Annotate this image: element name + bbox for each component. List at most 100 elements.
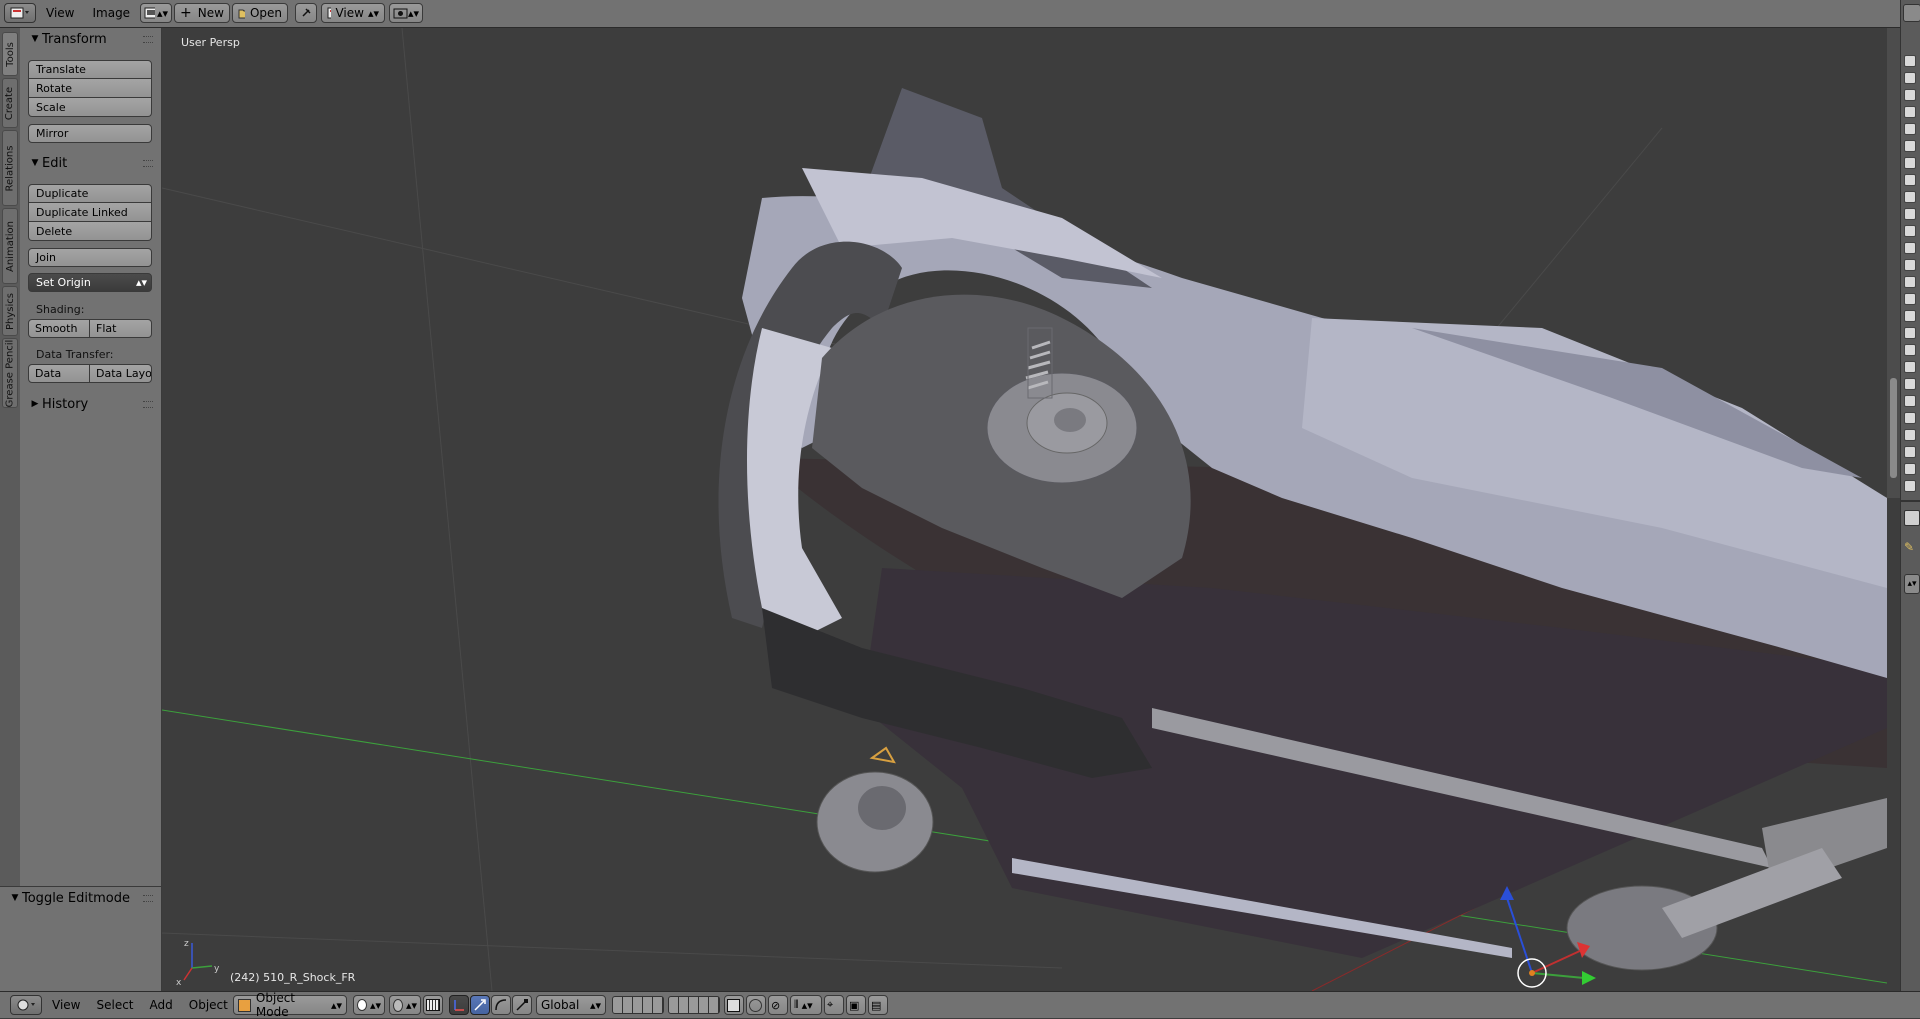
panel-toggle-editmode-title: Toggle Editmode <box>22 890 130 906</box>
data-layout-button[interactable]: Data Layo <box>90 364 152 383</box>
layer-visibility-icon[interactable] <box>1904 344 1916 356</box>
delete-button[interactable]: Delete <box>28 222 152 241</box>
pivot-point-select[interactable]: ▴▾ <box>389 995 421 1015</box>
menu-object[interactable]: Object <box>181 995 236 1015</box>
menu-add[interactable]: Add <box>142 995 181 1015</box>
layer-visibility-icon[interactable] <box>1904 55 1916 67</box>
pin-button[interactable] <box>295 3 317 23</box>
layer-visibility-icon[interactable] <box>1904 446 1916 458</box>
layer-visibility-icon[interactable] <box>1904 140 1916 152</box>
layer-visibility-icon[interactable] <box>1904 174 1916 186</box>
menu-select[interactable]: Select <box>88 995 141 1015</box>
layer-visibility-icon[interactable] <box>1904 225 1916 237</box>
panel-edit-header[interactable]: ▼ Edit <box>20 152 161 174</box>
3d-viewport[interactable]: z y x User Persp (242) 510_R_Shock_FR <box>162 28 1887 991</box>
layer-visibility-icon[interactable] <box>1904 412 1916 424</box>
scroll-arrows-icon[interactable]: ▴▾ <box>1904 574 1920 594</box>
tool-tab-strip: Tools Create Relations Animation Physics… <box>0 28 21 888</box>
viewport-shading-select[interactable]: ▴▾ <box>353 995 385 1015</box>
layer-visibility-icon[interactable] <box>1904 106 1916 118</box>
render-icon: ▤ <box>871 998 882 1012</box>
layer-visibility-icon[interactable] <box>1904 293 1916 305</box>
layer-visibility-icon[interactable] <box>1904 361 1916 373</box>
tab-tools[interactable]: Tools <box>2 32 18 76</box>
rotate-button[interactable]: Rotate <box>28 79 152 98</box>
data-transfer-button[interactable]: Data <box>28 364 90 383</box>
tab-animation[interactable]: Animation <box>2 208 18 284</box>
image-browse-button[interactable]: ▴▾ <box>140 3 172 23</box>
new-image-button[interactable]: + New <box>174 3 230 23</box>
snap-target-icon: ⌖ <box>827 998 834 1011</box>
snap-element-select[interactable]: ⫴ ▴▾ <box>790 995 822 1015</box>
layer-visibility-icon[interactable] <box>1904 157 1916 169</box>
opengl-render-button[interactable]: ▣ <box>846 995 866 1015</box>
editor-type-icon[interactable] <box>4 3 36 23</box>
panel-history-header[interactable]: ▶ History <box>20 393 161 415</box>
layer-visibility-icon[interactable] <box>1904 310 1916 322</box>
tab-physics[interactable]: Physics <box>2 286 18 336</box>
layer-grid-icon[interactable] <box>668 996 720 1014</box>
data-transfer-label: Data Transfer: <box>36 348 114 361</box>
layer-visibility-icon[interactable] <box>1904 208 1916 220</box>
view-mode-select[interactable]: View ▴▾ <box>321 3 385 23</box>
layer-visibility-icon[interactable] <box>1904 72 1916 84</box>
collapse-triangle-icon: ▼ <box>31 158 39 168</box>
panel-grip-icon[interactable] <box>143 160 153 167</box>
tab-create[interactable]: Create <box>2 78 18 128</box>
panel-grip-icon[interactable] <box>143 895 153 902</box>
lock-layers-button[interactable] <box>724 995 744 1015</box>
image-editor-header: View Image ▴▾ + New Open View ▴▾ ▴▾ <box>0 0 1920 28</box>
snapshot-select[interactable]: ▴▾ <box>389 3 423 23</box>
menu-view[interactable]: View <box>40 3 80 23</box>
set-origin-dropdown[interactable]: Set Origin ▴▾ <box>28 273 152 292</box>
mirror-button[interactable]: Mirror <box>28 124 152 143</box>
properties-editor-icon[interactable] <box>1904 510 1920 526</box>
layer-visibility-icon[interactable] <box>1904 89 1916 101</box>
layer-visibility-icon[interactable] <box>1904 327 1916 339</box>
rotate-manipulator-toggle[interactable] <box>491 995 511 1015</box>
flat-button[interactable]: Flat <box>90 319 152 338</box>
layer-visibility-icon[interactable] <box>1904 378 1916 390</box>
translate-manipulator-toggle[interactable] <box>470 995 490 1015</box>
tab-relations[interactable]: Relations <box>2 130 18 206</box>
duplicate-linked-button[interactable]: Duplicate Linked <box>28 203 152 222</box>
tab-grease-pencil[interactable]: Grease Pencil <box>2 338 18 408</box>
panel-transform-header[interactable]: ▼ Transform <box>20 28 161 50</box>
scale-button[interactable]: Scale <box>28 98 152 117</box>
opengl-render-animation-button[interactable]: ▤ <box>868 995 888 1015</box>
snap-toggle[interactable]: ⊘ <box>768 995 788 1015</box>
smooth-button[interactable]: Smooth <box>28 319 90 338</box>
panel-grip-icon[interactable] <box>143 36 153 43</box>
editor-type-icon[interactable] <box>1903 4 1920 22</box>
layer-visibility-icon[interactable] <box>1904 191 1916 203</box>
manipulator-toggle[interactable] <box>449 995 469 1015</box>
collapse-triangle-icon: ▼ <box>31 34 39 44</box>
transform-orientation-select[interactable]: Global ▴▾ <box>536 995 606 1015</box>
snap-target-button[interactable]: ⌖ <box>824 995 844 1015</box>
layer-visibility-icon[interactable] <box>1904 463 1916 475</box>
panel-grip-icon[interactable] <box>143 401 153 408</box>
layer-grid-icon[interactable] <box>612 996 664 1014</box>
scrollbar-thumb[interactable] <box>1890 378 1897 478</box>
panel-toggle-editmode-header[interactable]: ▼ Toggle Editmode <box>0 887 161 909</box>
pin-icon[interactable]: ✎ <box>1904 540 1918 554</box>
scale-manipulator-toggle[interactable] <box>512 995 532 1015</box>
layer-visibility-icon[interactable] <box>1904 395 1916 407</box>
operator-panel: ▼ Toggle Editmode <box>0 886 162 992</box>
proportional-edit-button[interactable] <box>746 995 766 1015</box>
open-image-button[interactable]: Open <box>232 3 288 23</box>
layer-visibility-icon[interactable] <box>1904 123 1916 135</box>
menu-image[interactable]: Image <box>86 3 136 23</box>
layer-visibility-icon[interactable] <box>1904 242 1916 254</box>
layer-visibility-icon[interactable] <box>1904 276 1916 288</box>
join-button[interactable]: Join <box>28 248 152 267</box>
editor-type-icon[interactable] <box>10 995 42 1015</box>
layer-visibility-icon[interactable] <box>1904 480 1916 492</box>
limit-selection-toggle[interactable] <box>423 995 443 1015</box>
menu-view[interactable]: View <box>44 995 88 1015</box>
translate-button[interactable]: Translate <box>28 60 152 79</box>
interaction-mode-select[interactable]: Object Mode ▴▾ <box>233 991 347 1019</box>
layer-visibility-icon[interactable] <box>1904 429 1916 441</box>
duplicate-button[interactable]: Duplicate <box>28 184 152 203</box>
layer-visibility-icon[interactable] <box>1904 259 1916 271</box>
